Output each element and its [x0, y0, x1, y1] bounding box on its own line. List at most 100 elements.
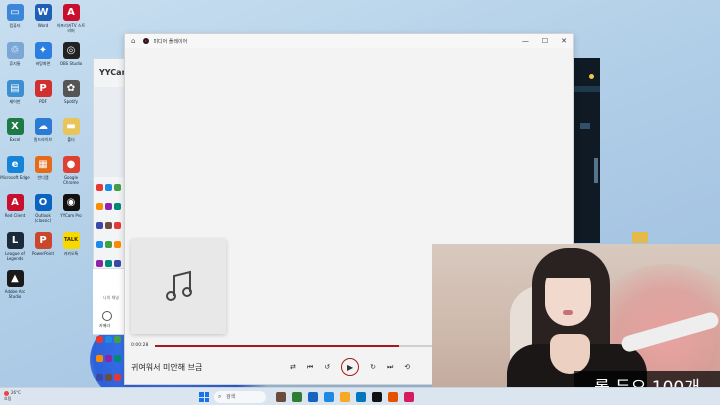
effect-thumbnail[interactable]: [105, 241, 112, 248]
effect-thumbnail[interactable]: [114, 203, 121, 210]
taskbar-app-icon[interactable]: [404, 392, 414, 402]
background-dark-window[interactable]: [572, 58, 600, 243]
effect-thumbnail[interactable]: [105, 260, 112, 267]
desktop-icon[interactable]: A Red Client: [0, 194, 30, 230]
dark-window-bar: [572, 86, 600, 92]
dark-window-button[interactable]: [580, 123, 590, 129]
desktop-icon[interactable]: W Word: [28, 4, 58, 40]
effect-thumbnail[interactable]: [114, 374, 121, 381]
forward-button[interactable]: ↻: [370, 363, 376, 371]
taskbar-app-icon[interactable]: [292, 392, 302, 402]
effect-thumbnail[interactable]: [96, 241, 103, 248]
player-title: 미디어 플레이어: [153, 38, 188, 45]
desktop-icon-label: PDF: [39, 99, 47, 104]
effect-thumbnail[interactable]: [96, 184, 103, 191]
weather-widget[interactable]: 26°C 흐림: [4, 390, 21, 401]
yycam-channel-tab[interactable]: 나의 채널: [93, 269, 126, 301]
taskbar-app-icon[interactable]: [276, 392, 286, 402]
desktop-icon[interactable]: ✦ 바탕화면: [28, 42, 58, 78]
desktop-icon-label: PowerPoint: [31, 251, 55, 256]
next-button[interactable]: ⏭: [387, 363, 393, 372]
effect-thumbnail[interactable]: [105, 222, 112, 229]
effect-thumbnail[interactable]: [105, 355, 112, 362]
desktop-icon[interactable]: ☁ 원드라이브: [28, 118, 58, 154]
effect-thumbnail[interactable]: [114, 241, 121, 248]
current-time: 0:00:28: [131, 343, 149, 348]
app-icon: P: [34, 232, 52, 249]
webcam-overlay: 롤 듀오 100개: [432, 244, 720, 405]
minimize-button[interactable]: —: [522, 37, 529, 45]
desktop-icon-label: Google Chrome: [63, 175, 79, 185]
desktop-icon[interactable]: ▭ 컴퓨터: [0, 4, 30, 40]
desktop-icon-label: 휴지통: [9, 61, 21, 66]
rewind-button[interactable]: ↺: [324, 363, 330, 371]
camera-icon[interactable]: [102, 311, 112, 321]
effect-thumbnail[interactable]: [96, 336, 103, 343]
effect-thumbnail[interactable]: [105, 374, 112, 381]
app-icon: ✿: [62, 80, 80, 97]
taskbar-app-icon[interactable]: [324, 392, 334, 402]
desktop-icon-label: 원드라이브: [33, 137, 53, 142]
play-button[interactable]: ▶: [341, 358, 360, 376]
taskbar-app-icon[interactable]: [372, 392, 382, 402]
effect-thumbnail[interactable]: [114, 184, 121, 191]
desktop-icon[interactable]: ♲ 휴지통: [0, 42, 30, 78]
taskbar-app-icon[interactable]: [340, 392, 350, 402]
desktop-icon[interactable]: ▦ 반디캠: [28, 156, 58, 192]
desktop-icon[interactable]: O Outlook (classic): [28, 194, 58, 230]
desktop-icon[interactable]: P PowerPoint: [28, 232, 58, 268]
desktop-icon[interactable]: ◉ YYCam Pro: [56, 194, 86, 230]
taskbar-app-icon[interactable]: [388, 392, 398, 402]
start-button[interactable]: [199, 392, 209, 402]
app-icon: L: [6, 232, 24, 249]
desktop-icon[interactable]: X Excel: [0, 118, 30, 154]
desktop-icon-label: 폴더: [67, 137, 75, 142]
desktop-icon-label: 반디캠: [37, 175, 49, 180]
effect-thumbnail[interactable]: [105, 203, 112, 210]
notification-dot-icon: [589, 74, 594, 79]
media-player-logo-icon: [143, 38, 150, 44]
dark-window-scrollbar[interactable]: [594, 158, 598, 183]
desktop-icon-label: 바탕화면: [35, 61, 51, 66]
effect-thumbnail[interactable]: [96, 203, 103, 210]
app-icon: ✦: [34, 42, 52, 59]
desktop-icon[interactable]: ● Google Chrome: [56, 156, 86, 192]
desktop-icon[interactable]: ◎ OBS Studio: [56, 42, 86, 78]
maximize-button[interactable]: ☐: [542, 37, 548, 45]
desktop-icon[interactable]: ✿ Spotify: [56, 80, 86, 116]
app-icon: ▤: [6, 80, 24, 97]
desktop-icon[interactable]: ▲ Adobe Arc Studio: [0, 270, 30, 306]
shuffle-button[interactable]: ⇄: [290, 363, 296, 371]
taskbar-app-icon[interactable]: [356, 392, 366, 402]
effect-thumbnail[interactable]: [114, 336, 121, 343]
taskbar: 26°C 흐림 ⌕ 검색: [0, 387, 720, 405]
desktop-icon[interactable]: ▤ 제어판: [0, 80, 30, 116]
desktop-icon[interactable]: e Microsoft Edge: [0, 156, 30, 192]
desktop-icon[interactable]: P PDF: [28, 80, 58, 116]
repeat-button[interactable]: ⟲: [404, 363, 410, 371]
close-button[interactable]: ✕: [561, 37, 567, 45]
effect-thumbnail[interactable]: [96, 222, 103, 229]
window-controls: — ☐ ✕: [522, 37, 567, 45]
desktop-icon[interactable]: A 아프리카TV 스트리머: [56, 4, 86, 40]
effect-thumbnail[interactable]: [96, 260, 103, 267]
previous-button[interactable]: ⏮: [307, 363, 313, 372]
yycam-bottom-panel: 나의 채널 카메라: [93, 268, 126, 334]
player-titlebar[interactable]: ⌂ 미디어 플레이어 — ☐ ✕: [125, 34, 573, 48]
desktop-icon[interactable]: TALK 카카오톡: [56, 232, 86, 268]
taskbar-app-icon[interactable]: [308, 392, 318, 402]
effect-thumbnail[interactable]: [105, 336, 112, 343]
home-icon[interactable]: ⌂: [131, 37, 135, 45]
taskbar-search[interactable]: ⌕ 검색: [214, 391, 266, 403]
effect-thumbnail[interactable]: [114, 355, 121, 362]
desktop-icon[interactable]: L League of Legends: [0, 232, 30, 268]
effect-thumbnail[interactable]: [114, 222, 121, 229]
effect-thumbnail[interactable]: [114, 260, 121, 267]
seek-progress: [155, 345, 399, 347]
effect-thumbnail[interactable]: [96, 374, 103, 381]
playback-controls: ⇄ ⏮ ↺ ▶ ↻ ⏭ ⟲: [290, 358, 410, 376]
effect-thumbnail[interactable]: [105, 184, 112, 191]
effect-thumbnail[interactable]: [96, 355, 103, 362]
folder-icon[interactable]: [632, 232, 648, 243]
desktop-icon[interactable]: ▬ 폴더: [56, 118, 86, 154]
